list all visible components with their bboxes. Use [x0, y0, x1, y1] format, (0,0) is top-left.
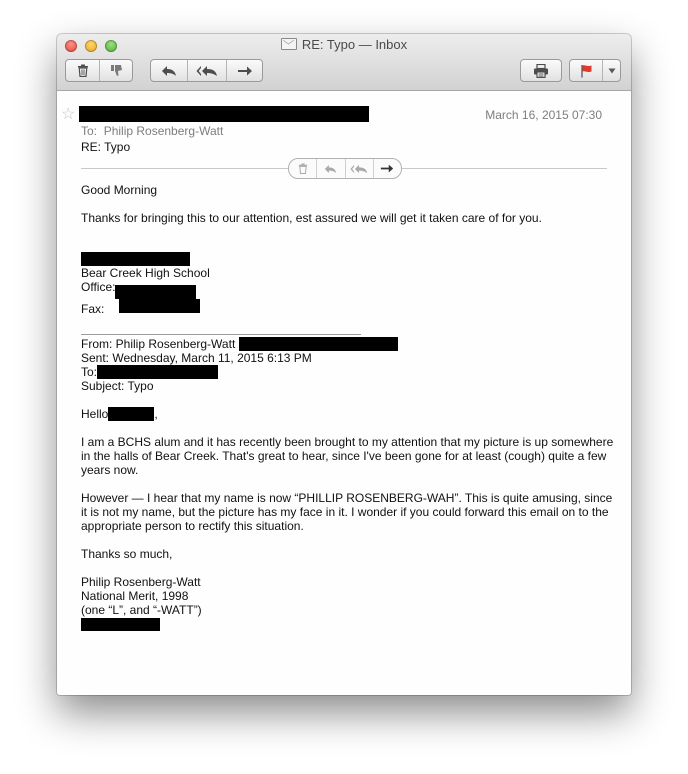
- quoted-sig-line2: National Merit, 1998: [81, 589, 189, 603]
- reply-group: [150, 59, 263, 82]
- quoted-to-label: To:: [81, 365, 98, 379]
- school-name: Bear Creek High School: [81, 266, 210, 280]
- sender-redacted: [79, 106, 369, 122]
- quoted-paragraph-1: I am a BCHS alum and it has recently bee…: [81, 435, 614, 477]
- forward-arrow-icon: [237, 66, 252, 75]
- star-icon[interactable]: ☆: [61, 104, 75, 124]
- inline-delete-button[interactable]: [289, 159, 316, 178]
- reply-all-arrow-icon: [350, 164, 368, 173]
- flag-icon: [580, 64, 591, 77]
- quoted-thanks: Thanks so much,: [81, 547, 173, 561]
- quoted-sig-line3: (one “L”, and “-WATT”): [81, 603, 202, 617]
- recipient-line: To: Philip Rosenberg-Watt: [81, 124, 223, 138]
- reply-button[interactable]: [151, 60, 187, 81]
- delete-button[interactable]: [66, 60, 99, 81]
- flag-button[interactable]: [570, 60, 602, 81]
- reply-text: Thanks for bringing this to our attentio…: [81, 211, 542, 225]
- signature-name-redacted: [81, 252, 190, 266]
- office-line: Office:: [81, 280, 616, 299]
- forward-arrow-icon: [381, 164, 394, 173]
- to-label: To:: [81, 124, 98, 138]
- quoted-sent: Sent: Wednesday, March 11, 2015 6:13 PM: [81, 351, 312, 365]
- chevron-down-icon: [608, 68, 615, 73]
- reply-all-button[interactable]: [187, 60, 226, 81]
- quoted-headers: From: Philip Rosenberg-Watt Sent: Wednes…: [81, 337, 616, 393]
- reply-arrow-icon: [162, 65, 176, 76]
- flag-menu-button[interactable]: [602, 60, 620, 81]
- message-viewer: ☆ March 16, 2015 07:30 To: Philip Rosenb…: [57, 91, 631, 695]
- quoted-paragraph-2: However — I hear that my name is now “PH…: [81, 491, 613, 533]
- quoted-to-redacted: [97, 365, 219, 379]
- reply-arrow-icon: [325, 164, 337, 173]
- reply-signature: Bear Creek High School Office: Fax:: [81, 252, 616, 316]
- recipient-name[interactable]: Philip Rosenberg-Watt: [104, 124, 224, 138]
- thumbs-down-icon: [110, 65, 122, 76]
- message-body: Good Morning Thanks for bringing this to…: [81, 183, 616, 631]
- quoted-from-email-redacted: [238, 337, 398, 351]
- inline-forward-button[interactable]: [372, 159, 401, 178]
- envelope-icon: [280, 38, 297, 50]
- fax-line: Fax:: [81, 299, 616, 316]
- fax-label: Fax:: [81, 302, 105, 316]
- reply-all-arrow-icon: [196, 65, 217, 76]
- message-subject: RE: Typo: [81, 140, 131, 154]
- print-button[interactable]: [521, 60, 561, 81]
- inline-actions: [288, 158, 402, 179]
- inline-reply-all-button[interactable]: [344, 159, 373, 178]
- window-title-text: RE: Typo — Inbox: [301, 37, 408, 52]
- window-title: RE: Typo — Inbox: [57, 37, 631, 52]
- office-number-redacted: [115, 285, 197, 299]
- inline-reply-button[interactable]: [316, 159, 344, 178]
- junk-button[interactable]: [99, 60, 132, 81]
- print-group: [520, 59, 562, 82]
- delete-junk-group: [65, 59, 133, 82]
- printer-icon: [534, 63, 548, 78]
- mail-window: RE: Typo — Inbox ☆ March 16, 2015 07:30 …: [57, 34, 631, 695]
- quoted-from-text: From: Philip Rosenberg-Watt: [81, 337, 239, 351]
- trash-icon: [77, 64, 88, 77]
- quote-separator: [81, 334, 361, 335]
- message-date: March 16, 2015 07:30: [485, 108, 602, 122]
- forward-button[interactable]: [226, 60, 262, 81]
- office-label: Office:: [81, 280, 116, 294]
- greeting: Good Morning: [81, 183, 158, 197]
- quoted-sig-redacted: [81, 618, 160, 631]
- quoted-sig-name: Philip Rosenberg-Watt: [81, 575, 201, 589]
- quoted-subject: Subject: Typo: [81, 379, 154, 393]
- quoted-hello: Hello: [81, 407, 109, 421]
- quoted-greeting: Hello,: [81, 407, 616, 421]
- trash-icon: [298, 163, 307, 174]
- quoted-from: From: Philip Rosenberg-Watt: [81, 337, 616, 351]
- quoted-hello-comma: ,: [154, 407, 158, 421]
- title-bar: RE: Typo — Inbox: [57, 34, 631, 91]
- fax-number-redacted: [119, 299, 201, 313]
- quoted-to: To:: [81, 365, 616, 379]
- flag-group: [569, 59, 621, 82]
- quoted-hello-name-redacted: [108, 407, 155, 421]
